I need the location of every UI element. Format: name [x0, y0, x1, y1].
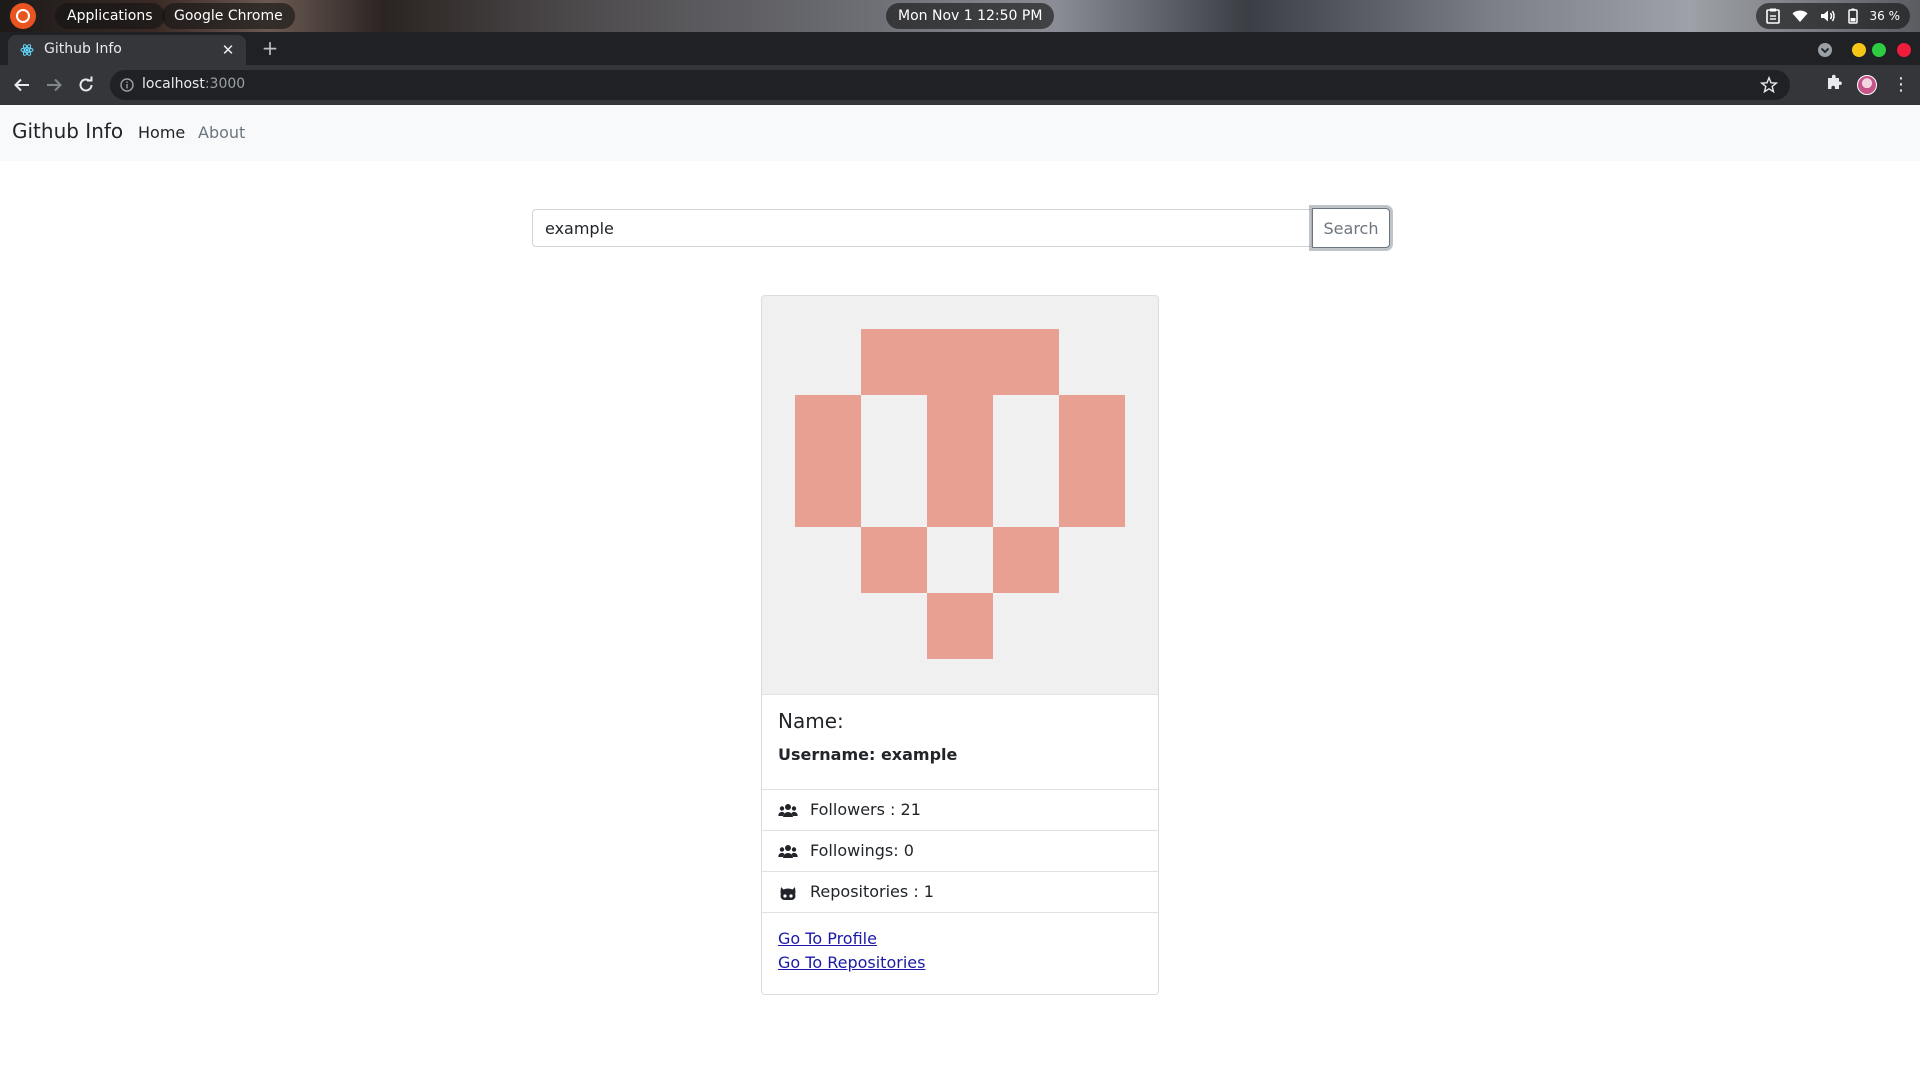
identicon-block: [927, 593, 993, 659]
users-icon: [778, 804, 798, 817]
kebab-menu-icon[interactable]: ⋮: [1892, 74, 1910, 96]
url-port: :3000: [204, 76, 246, 92]
tab-close-icon[interactable]: ✕: [218, 40, 238, 60]
page-viewport: Github Info Home About Search Name: User…: [0, 105, 1920, 1080]
os-top-bar: Applications Google Chrome Mon Nov 1 12:…: [0, 0, 1920, 32]
battery-percent: 36 %: [1869, 9, 1901, 23]
search-button[interactable]: Search: [1312, 208, 1390, 248]
browser-toolbar: localhost:3000: [0, 65, 1920, 105]
url-text: localhost:3000: [142, 76, 245, 92]
close-window-button[interactable]: [1897, 43, 1911, 57]
users-icon: [778, 845, 798, 858]
go-to-profile-link[interactable]: Go To Profile: [778, 929, 877, 948]
clock[interactable]: Mon Nov 1 12:50 PM: [886, 3, 1055, 29]
card-footer: Go To Profile Go To Repositories: [762, 912, 1158, 994]
go-to-repositories-link[interactable]: Go To Repositories: [778, 953, 925, 972]
username: Username: example: [778, 745, 958, 764]
system-tray[interactable]: 36 %: [1755, 3, 1910, 29]
identicon-block: [1059, 395, 1125, 461]
battery-icon: [1847, 8, 1858, 24]
brand[interactable]: Github Info: [12, 119, 123, 143]
identicon-block: [927, 461, 993, 527]
avatar: [762, 296, 1158, 694]
app-navbar: Github Info Home About: [0, 105, 1920, 161]
new-tab-icon[interactable]: +: [258, 36, 282, 60]
identicon-block: [1059, 461, 1125, 527]
profile-card: Name: Username: example Followers : 21 F…: [761, 295, 1159, 995]
applications-label: Applications: [67, 8, 153, 24]
tab-strip: Github Info ✕: [0, 32, 1920, 65]
address-bar[interactable]: localhost:3000: [110, 70, 1790, 100]
identicon-block: [993, 329, 1059, 395]
identicon-block: [861, 329, 927, 395]
identicon-block: [927, 329, 993, 395]
search-form: Search: [532, 208, 1390, 248]
active-app-label: Google Chrome: [174, 8, 283, 24]
active-app-menu[interactable]: Google Chrome: [162, 3, 295, 29]
ubuntu-logo-icon[interactable]: [10, 3, 36, 29]
identicon-image: [795, 329, 1125, 659]
extensions-icon[interactable]: [1825, 73, 1843, 91]
minimize-button[interactable]: [1852, 43, 1866, 57]
identicon-block: [795, 461, 861, 527]
forward-icon[interactable]: [42, 73, 66, 97]
url-host: localhost: [142, 76, 205, 92]
maximize-button[interactable]: [1872, 43, 1886, 57]
tab-github-info[interactable]: Github Info ✕: [8, 35, 246, 65]
identicon-block: [861, 527, 927, 593]
repositories-item: Repositories : 1: [762, 871, 1158, 912]
identicon-block: [993, 527, 1059, 593]
wifi-icon: [1792, 10, 1807, 22]
followings-count: Followings: 0: [810, 841, 914, 860]
identicon-block: [795, 395, 861, 461]
card-body: Name: Username: example: [762, 694, 1158, 790]
react-favicon-icon: [20, 44, 34, 56]
reload-icon[interactable]: [74, 73, 98, 97]
profile-avatar-icon[interactable]: [1857, 75, 1877, 95]
back-icon[interactable]: [10, 73, 34, 97]
bookmark-star-icon[interactable]: [1760, 76, 1778, 94]
clock-text: Mon Nov 1 12:50 PM: [898, 8, 1043, 24]
followings-item: Followings: 0: [762, 830, 1158, 871]
volume-icon: [1820, 10, 1835, 22]
followers-item: Followers : 21: [762, 789, 1158, 830]
followers-count: Followers : 21: [810, 800, 921, 819]
identicon-block: [927, 395, 993, 461]
applications-menu[interactable]: Applications: [55, 3, 165, 29]
nav-home[interactable]: Home: [138, 123, 185, 142]
repositories-count: Repositories : 1: [810, 882, 934, 901]
site-info-icon[interactable]: [120, 78, 134, 92]
github-icon: [780, 887, 796, 900]
tab-title: Github Info: [44, 41, 122, 57]
name-label: Name:: [778, 709, 844, 733]
clipboard-icon: [1765, 8, 1780, 24]
nav-about[interactable]: About: [198, 123, 245, 142]
tab-search-icon[interactable]: [1817, 42, 1833, 58]
search-input[interactable]: [532, 209, 1312, 247]
